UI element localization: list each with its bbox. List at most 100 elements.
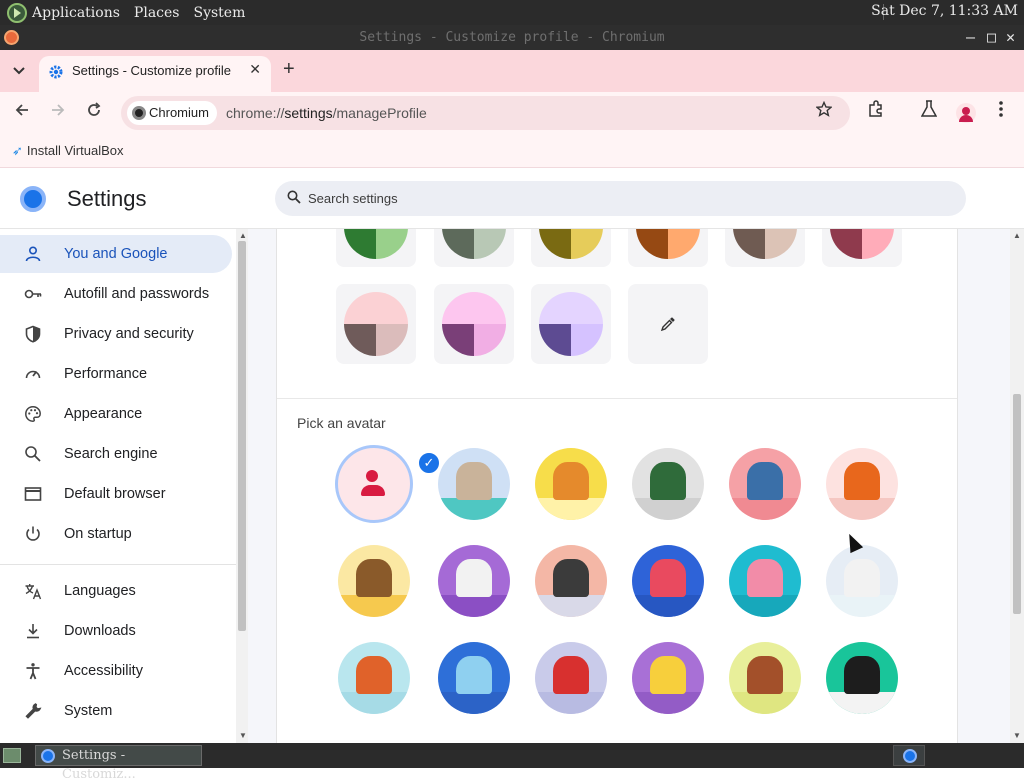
- avatar-football[interactable]: [729, 642, 801, 714]
- search-input[interactable]: Search settings: [308, 191, 398, 206]
- panel-clock[interactable]: Sat Dec 7, 11:33 AM: [871, 3, 1018, 19]
- labs-icon[interactable]: [920, 100, 938, 123]
- back-icon[interactable]: [14, 102, 30, 123]
- search-settings-box[interactable]: Search settings: [275, 181, 966, 216]
- avatar-figure: [356, 656, 392, 694]
- sidebar-item-label: You and Google: [64, 246, 168, 262]
- search-icon: [287, 190, 301, 204]
- color-swatch[interactable]: [531, 229, 611, 267]
- content-scrollbar[interactable]: [1010, 229, 1024, 743]
- avatar-dragon[interactable]: [632, 448, 704, 520]
- site-info-chip[interactable]: Chromium: [127, 101, 217, 125]
- color-swatch[interactable]: [336, 284, 416, 364]
- avatar-ground: [438, 692, 510, 714]
- content-scrollbar-thumb[interactable]: [1013, 394, 1021, 614]
- avatar-basketball[interactable]: [338, 642, 410, 714]
- minimize-button[interactable]: —: [966, 25, 975, 50]
- color-swatch[interactable]: [434, 284, 514, 364]
- color-swatch[interactable]: [628, 229, 708, 267]
- sidebar-item-system[interactable]: System: [0, 692, 232, 730]
- avatar-figure: [553, 559, 589, 597]
- profile-icon[interactable]: [956, 103, 976, 123]
- tab-settings[interactable]: Settings - Customize profile ✕: [39, 56, 271, 92]
- close-window-button[interactable]: ✕: [1006, 25, 1015, 50]
- sidebar-scrollbar[interactable]: [236, 229, 248, 743]
- gear-icon: [49, 65, 63, 79]
- avatar-elephant[interactable]: [729, 448, 801, 520]
- distro-logo-icon[interactable]: [6, 2, 28, 24]
- tab-search-chevron-down-icon[interactable]: [7, 60, 31, 82]
- avatar-fox[interactable]: [826, 448, 898, 520]
- avatar-ground: [826, 692, 898, 714]
- sidebar-item-downloads[interactable]: Downloads: [0, 612, 232, 650]
- chromium-tray-icon: [903, 749, 917, 763]
- sidebar-item-languages[interactable]: Languages: [0, 572, 232, 610]
- sidebar-item-search-engine[interactable]: Search engine: [0, 435, 232, 473]
- color-swatch-segment: [765, 229, 797, 259]
- sidebar-scroll-down-icon[interactable]: ▼: [239, 731, 247, 740]
- star-icon[interactable]: [815, 100, 833, 122]
- color-swatch[interactable]: [822, 229, 902, 267]
- sidebar-item-label: System: [64, 703, 113, 719]
- color-swatch-segment: [442, 324, 474, 356]
- color-swatch[interactable]: [725, 229, 805, 267]
- avatar-cheese[interactable]: [632, 642, 704, 714]
- new-tab-button[interactable]: +: [283, 58, 295, 81]
- window-titlebar[interactable]: Settings - Customize profile - Chromium …: [0, 25, 1024, 50]
- avatar-figure: [747, 656, 783, 694]
- sidebar-item-default-browser[interactable]: Default browser: [0, 475, 232, 513]
- color-swatch-circle: [442, 292, 506, 356]
- content-scroll-up-icon[interactable]: ▲: [1013, 231, 1021, 240]
- avatar-cat[interactable]: [438, 448, 510, 520]
- avatar-bird[interactable]: [535, 642, 607, 714]
- avatar-ground: [438, 498, 510, 520]
- maximize-button[interactable]: □: [987, 25, 996, 50]
- color-swatch[interactable]: [531, 284, 611, 364]
- avatar-unicorn[interactable]: [826, 545, 898, 617]
- avatar-bike[interactable]: [438, 642, 510, 714]
- sidebar-item-privacy[interactable]: Privacy and security: [0, 315, 232, 353]
- show-desktop-icon[interactable]: [3, 748, 21, 763]
- color-swatch-segment: [344, 292, 408, 324]
- url-text[interactable]: chrome://settings/manageProfile: [226, 105, 427, 121]
- avatar-monkey[interactable]: [338, 545, 410, 617]
- avatar-ground: [535, 692, 607, 714]
- avatar-panda[interactable]: [438, 545, 510, 617]
- sidebar-item-accessibility[interactable]: Accessibility: [0, 652, 232, 690]
- sidebar-scroll-up-icon[interactable]: ▲: [239, 231, 247, 240]
- menu-icon[interactable]: [998, 100, 1004, 123]
- sidebar-item-label: Performance: [64, 366, 148, 382]
- taskbar-window-button[interactable]: Settings - Customiz...: [35, 745, 202, 782]
- key-icon: [24, 289, 42, 299]
- sidebar-item-label: Downloads: [64, 623, 136, 639]
- places-menu[interactable]: Places: [134, 5, 180, 21]
- color-swatch[interactable]: [434, 229, 514, 267]
- bookmark-install-virtualbox[interactable]: ➶ Install VirtualBox: [12, 143, 124, 159]
- reload-icon[interactable]: [86, 102, 102, 123]
- sidebar-item-on-startup[interactable]: On startup: [0, 515, 232, 553]
- avatar-penguin[interactable]: [535, 545, 607, 617]
- extensions-icon[interactable]: [867, 100, 885, 123]
- avatar-butterfly[interactable]: [632, 545, 704, 617]
- tab-close-icon[interactable]: ✕: [249, 61, 261, 78]
- sidebar-item-performance[interactable]: Performance: [0, 355, 232, 393]
- avatar-fox-corgi[interactable]: [535, 448, 607, 520]
- sidebar-scrollbar-thumb[interactable]: [238, 241, 246, 631]
- applications-menu[interactable]: Applications: [32, 5, 120, 21]
- system-menu[interactable]: System: [193, 5, 245, 21]
- avatar-figure: [553, 462, 589, 500]
- forward-icon[interactable]: [50, 102, 66, 123]
- custom-color-button[interactable]: [628, 284, 708, 364]
- avatar-sushi[interactable]: [826, 642, 898, 714]
- avatar-default-person[interactable]: [335, 445, 413, 523]
- tray-chromium-button[interactable]: [893, 745, 925, 766]
- sidebar-item-you-and-google[interactable]: You and Google: [0, 235, 232, 273]
- person-icon: [25, 246, 41, 262]
- sidebar-item-autofill[interactable]: Autofill and passwords: [0, 275, 232, 313]
- avatar-rabbit[interactable]: [729, 545, 801, 617]
- person-body: [361, 485, 385, 496]
- color-swatch[interactable]: [336, 229, 416, 267]
- sidebar-item-appearance[interactable]: Appearance: [0, 395, 232, 433]
- top-panel: Applications Places System Sat Dec 7, 11…: [0, 0, 1024, 25]
- content-scroll-down-icon[interactable]: ▼: [1013, 731, 1021, 740]
